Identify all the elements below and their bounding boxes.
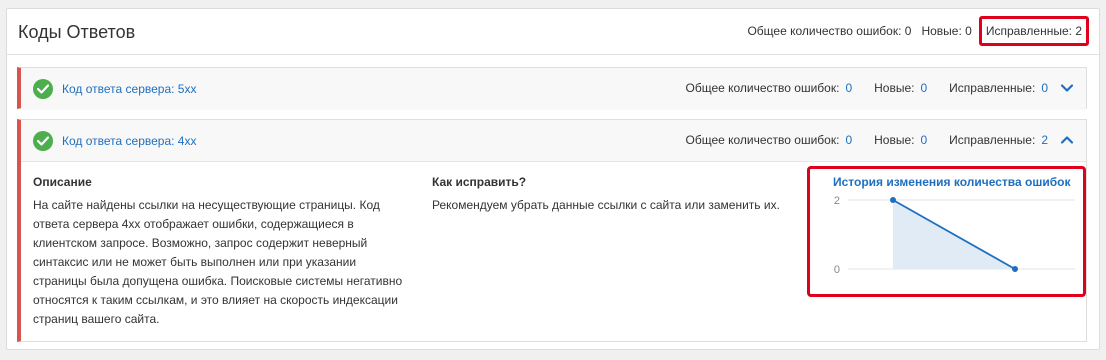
description-line: относятся к таким ссылкам, и это влияет … [33, 293, 398, 307]
group-5xx[interactable]: Код ответа сервера: 5xx Общее количество… [17, 67, 1087, 110]
chevron-down-icon[interactable] [1060, 81, 1074, 95]
summary-new: Новые: 0 [921, 24, 971, 38]
stat-total-label: Общее количество ошибок: [685, 133, 840, 147]
stat-new-value[interactable]: 0 [920, 133, 927, 147]
summary-total-value: 0 [904, 24, 912, 38]
group-5xx-stats: Общее количество ошибок: 0 Новые: 0 Испр… [686, 81, 1075, 95]
group-5xx-header[interactable]: Код ответа сервера: 5xx Общее количество… [21, 68, 1086, 110]
stat-fixed-value[interactable]: 2 [1041, 133, 1048, 147]
page-title: Коды Ответов [18, 22, 136, 42]
description-title: Описание [33, 175, 92, 189]
stat-new-label: Новые: [874, 133, 915, 147]
stat-new-label: Новые: [874, 81, 915, 95]
description-text: На сайте найдены ссылки на несуществующи… [33, 196, 418, 329]
stat-total-label: Общее количество ошибок: [685, 81, 840, 95]
stat-total-value[interactable]: 0 [845, 133, 852, 147]
check-circle-icon [33, 79, 53, 99]
group-4xx[interactable]: Код ответа сервера: 4xx Общее количество… [17, 119, 1087, 342]
y-tick-label: 0 [834, 264, 840, 276]
fix-text: Рекомендуем убрать данные ссылки с сайта… [432, 198, 780, 212]
panel-header: Коды Ответов Общее количество ошибок: 0 … [7, 9, 1099, 55]
description-line: ответа сервера 4xx отображает ошибки, со… [33, 217, 354, 231]
stat-fixed-value[interactable]: 0 [1041, 81, 1048, 95]
summary-total: Общее количество ошибок: 0 [747, 24, 911, 38]
history-chart-highlight: История изменения количества ошибок 20 [807, 166, 1086, 297]
summary-total-label: Общее количество ошибок: [747, 24, 902, 38]
fix-title: Как исправить? [432, 175, 527, 189]
stat-fixed-label: Исправленные: [949, 81, 1036, 95]
chevron-up-icon[interactable] [1060, 133, 1074, 147]
group-4xx-stats: Общее количество ошибок: 0 Новые: 0 Испр… [686, 133, 1075, 147]
stat-total-value[interactable]: 0 [845, 81, 852, 95]
data-point [890, 197, 896, 203]
description-line: страницы была допущена ошибка. Поисковые… [33, 274, 403, 288]
summary-fixed-value: 2 [1075, 24, 1082, 38]
stat-fixed-label: Исправленные: [949, 133, 1036, 147]
description-line: На сайте найдены ссылки на несуществующи… [33, 198, 380, 212]
summary-fixed-label: Исправленные: [985, 24, 1072, 38]
check-circle-icon [33, 131, 53, 151]
summary-fixed-highlight: Исправленные: 2 [978, 16, 1089, 46]
summary-new-value: 0 [965, 24, 972, 38]
history-chart: 20 [834, 195, 1075, 276]
summary-new-label: Новые: [921, 24, 962, 38]
description-line: клиентском запросе. Возможно, запрос сод… [33, 236, 368, 250]
response-codes-panel: Коды Ответов Общее количество ошибок: 0 … [6, 8, 1100, 350]
group-4xx-header[interactable]: Код ответа сервера: 4xx Общее количество… [21, 120, 1086, 162]
description-line: страниц вашего сайта. [33, 312, 160, 326]
stat-new-value[interactable]: 0 [920, 81, 927, 95]
summary-stats: Общее количество ошибок: 0 Новые: 0 Испр… [747, 16, 1089, 46]
group-4xx-title[interactable]: Код ответа сервера: 4xx [62, 134, 196, 148]
description-line: синтаксис или не может быть выполнен или… [33, 255, 357, 269]
y-tick-label: 2 [834, 195, 840, 207]
group-5xx-title[interactable]: Код ответа сервера: 5xx [62, 82, 196, 96]
data-point [1012, 266, 1018, 272]
